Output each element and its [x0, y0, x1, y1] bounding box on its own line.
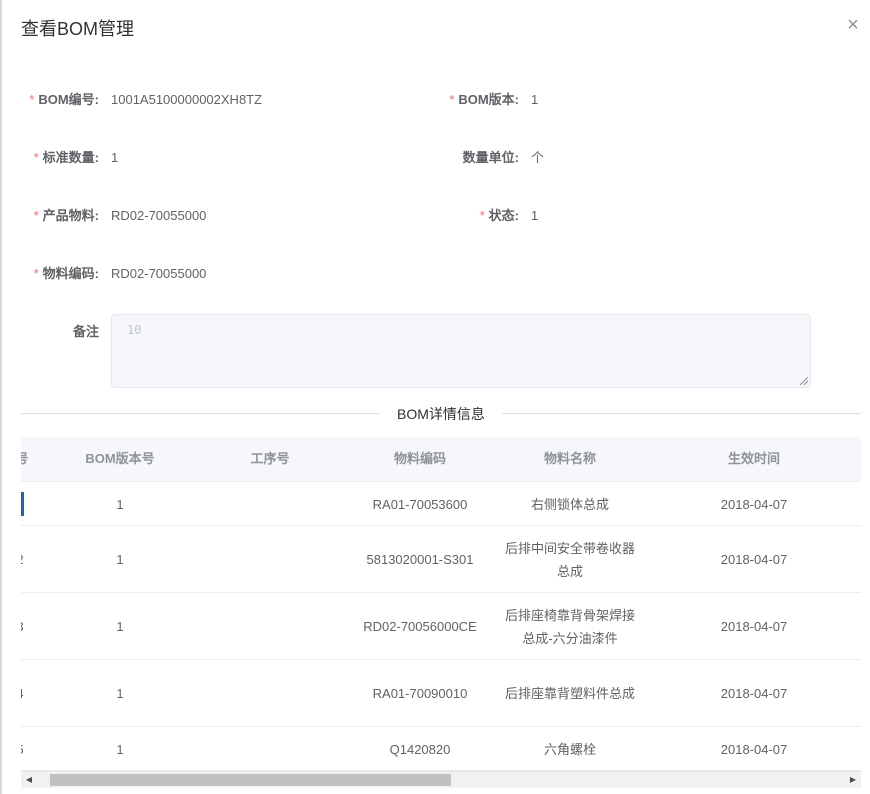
cell-material-name: 右侧锁体总成 — [530, 496, 609, 512]
cell-effective-date: 2018-04-07 — [720, 496, 788, 512]
bom-version-value: 1 — [531, 92, 539, 107]
col-header-material-name: 物料名称 — [543, 451, 596, 466]
cell-material-name: 后排中间安全带卷收器总成 — [504, 540, 635, 579]
cell-bom-version: 1 — [116, 741, 124, 757]
required-mark: * — [479, 208, 485, 223]
col-header-effective-date: 生效时间 — [727, 451, 780, 466]
cell-material-code: RA01-70090010 — [372, 686, 468, 701]
cell-bom-version: 1 — [116, 619, 124, 634]
status-label: * 状态: — [430, 206, 519, 226]
cell-material-code: 5813020001-S301 — [366, 552, 474, 567]
close-icon[interactable]: × — [846, 15, 860, 35]
std-qty-label: * 标准数量: — [21, 148, 99, 168]
remark-textarea[interactable]: 10 — [111, 314, 811, 388]
col-header-process-no: 工序号 — [250, 451, 290, 466]
table-header: 号 BOM版本号 工序号 物料编码 物料名称 生效时间 — [21, 437, 861, 482]
cell-material-name: 后排座靠背塑料件总成 — [504, 686, 635, 701]
cell-material-name: 六角螺栓 — [543, 741, 596, 757]
required-mark: * — [33, 208, 39, 223]
remark-value: 10 — [127, 323, 142, 337]
cell-seq: 4 — [21, 660, 27, 727]
cell-process-no — [195, 526, 345, 593]
table-row[interactable]: 2 1 5813020001-S301 后排中间安全带卷收器总成 2018-04… — [21, 526, 861, 593]
cell-material-code: Q1420820 — [389, 741, 451, 757]
cell-seq: 2 — [21, 526, 27, 593]
cell-seq: 3 — [21, 593, 27, 660]
required-mark: * — [33, 150, 39, 165]
col-header-material-code: 物料编码 — [393, 451, 446, 466]
scroll-right-icon[interactable]: ▶ — [845, 772, 861, 788]
cell-material-code: RD02-70056000CE — [363, 619, 477, 634]
product-material-label-text: 产品物料: — [42, 208, 99, 223]
status-value: 1 — [531, 208, 539, 223]
cell-process-no — [195, 482, 345, 526]
dialog-title: 查看BOM管理 — [21, 19, 135, 39]
col-header-seq: 号 — [21, 451, 29, 466]
qty-unit-value: 个 — [531, 150, 545, 165]
cell-bom-version: 1 — [116, 496, 124, 512]
bom-no-value: 1001A5100000002XH8TZ — [111, 92, 263, 107]
scrollbar-thumb[interactable] — [50, 774, 451, 786]
cell-effective-date: 2018-04-07 — [720, 686, 788, 701]
cell-bom-version: 1 — [116, 552, 124, 567]
cell-bom-version: 1 — [116, 686, 124, 701]
remark-label-text: 备注 — [72, 324, 99, 339]
bom-no-label: * BOM编号: — [21, 90, 99, 110]
material-code-label: * 物料编码: — [21, 264, 99, 284]
material-code-value: RD02-70055000 — [111, 266, 207, 281]
cell-material-name: 后排座椅靠背骨架焊接总成-六分油漆件 — [504, 607, 635, 646]
bom-version-label: * BOM版本: — [430, 90, 519, 110]
cell-effective-date: 2018-04-07 — [720, 619, 788, 634]
section-divider-label: BOM详情信息 — [380, 404, 502, 424]
required-mark: * — [449, 92, 455, 107]
product-material-value: RD02-70055000 — [111, 208, 207, 223]
remark-label: 备注 — [21, 322, 99, 342]
table-row[interactable]: 5 1 Q1420820 六角螺栓 2018-04-07 — [21, 727, 861, 771]
table-row[interactable]: 4 1 RA01-70090010 后排座靠背塑料件总成 2018-04-07 — [21, 660, 861, 727]
std-qty-value: 1 — [111, 150, 119, 165]
qty-unit-label-text: 数量单位: — [462, 150, 519, 165]
table-row[interactable]: 3 1 RD02-70056000CE 后排座椅靠背骨架焊接总成-六分油漆件 2… — [21, 593, 861, 660]
cell-material-code: RA01-70053600 — [372, 496, 468, 512]
window-edge — [0, 0, 2, 794]
resize-handle-icon[interactable] — [800, 377, 808, 385]
required-mark: * — [29, 92, 35, 107]
scroll-left-icon[interactable]: ◀ — [21, 772, 37, 788]
required-mark: * — [33, 266, 39, 281]
row-selection-marker — [21, 492, 24, 516]
cell-effective-date: 2018-04-07 — [720, 741, 788, 757]
cell-process-no — [195, 727, 345, 771]
bom-detail-table: 号 BOM版本号 工序号 物料编码 物料名称 生效时间 1 RA01-70053… — [21, 437, 861, 772]
table-row[interactable]: 1 RA01-70053600 右侧锁体总成 2018-04-07 — [21, 482, 861, 526]
material-code-label-text: 物料编码: — [42, 266, 99, 281]
cell-seq: 5 — [21, 727, 27, 771]
horizontal-scrollbar[interactable]: ◀ ▶ — [21, 771, 861, 788]
std-qty-label-text: 标准数量: — [42, 150, 99, 165]
status-label-text: 状态: — [488, 208, 519, 223]
col-header-bom-version: BOM版本号 — [85, 451, 155, 466]
bom-version-label-text: BOM版本: — [458, 92, 519, 107]
cell-process-no — [195, 660, 345, 727]
bom-no-label-text: BOM编号: — [38, 92, 99, 107]
cell-effective-date: 2018-04-07 — [720, 552, 788, 567]
cell-process-no — [195, 593, 345, 660]
qty-unit-label: 数量单位: — [430, 148, 519, 168]
product-material-label: * 产品物料: — [21, 206, 99, 226]
